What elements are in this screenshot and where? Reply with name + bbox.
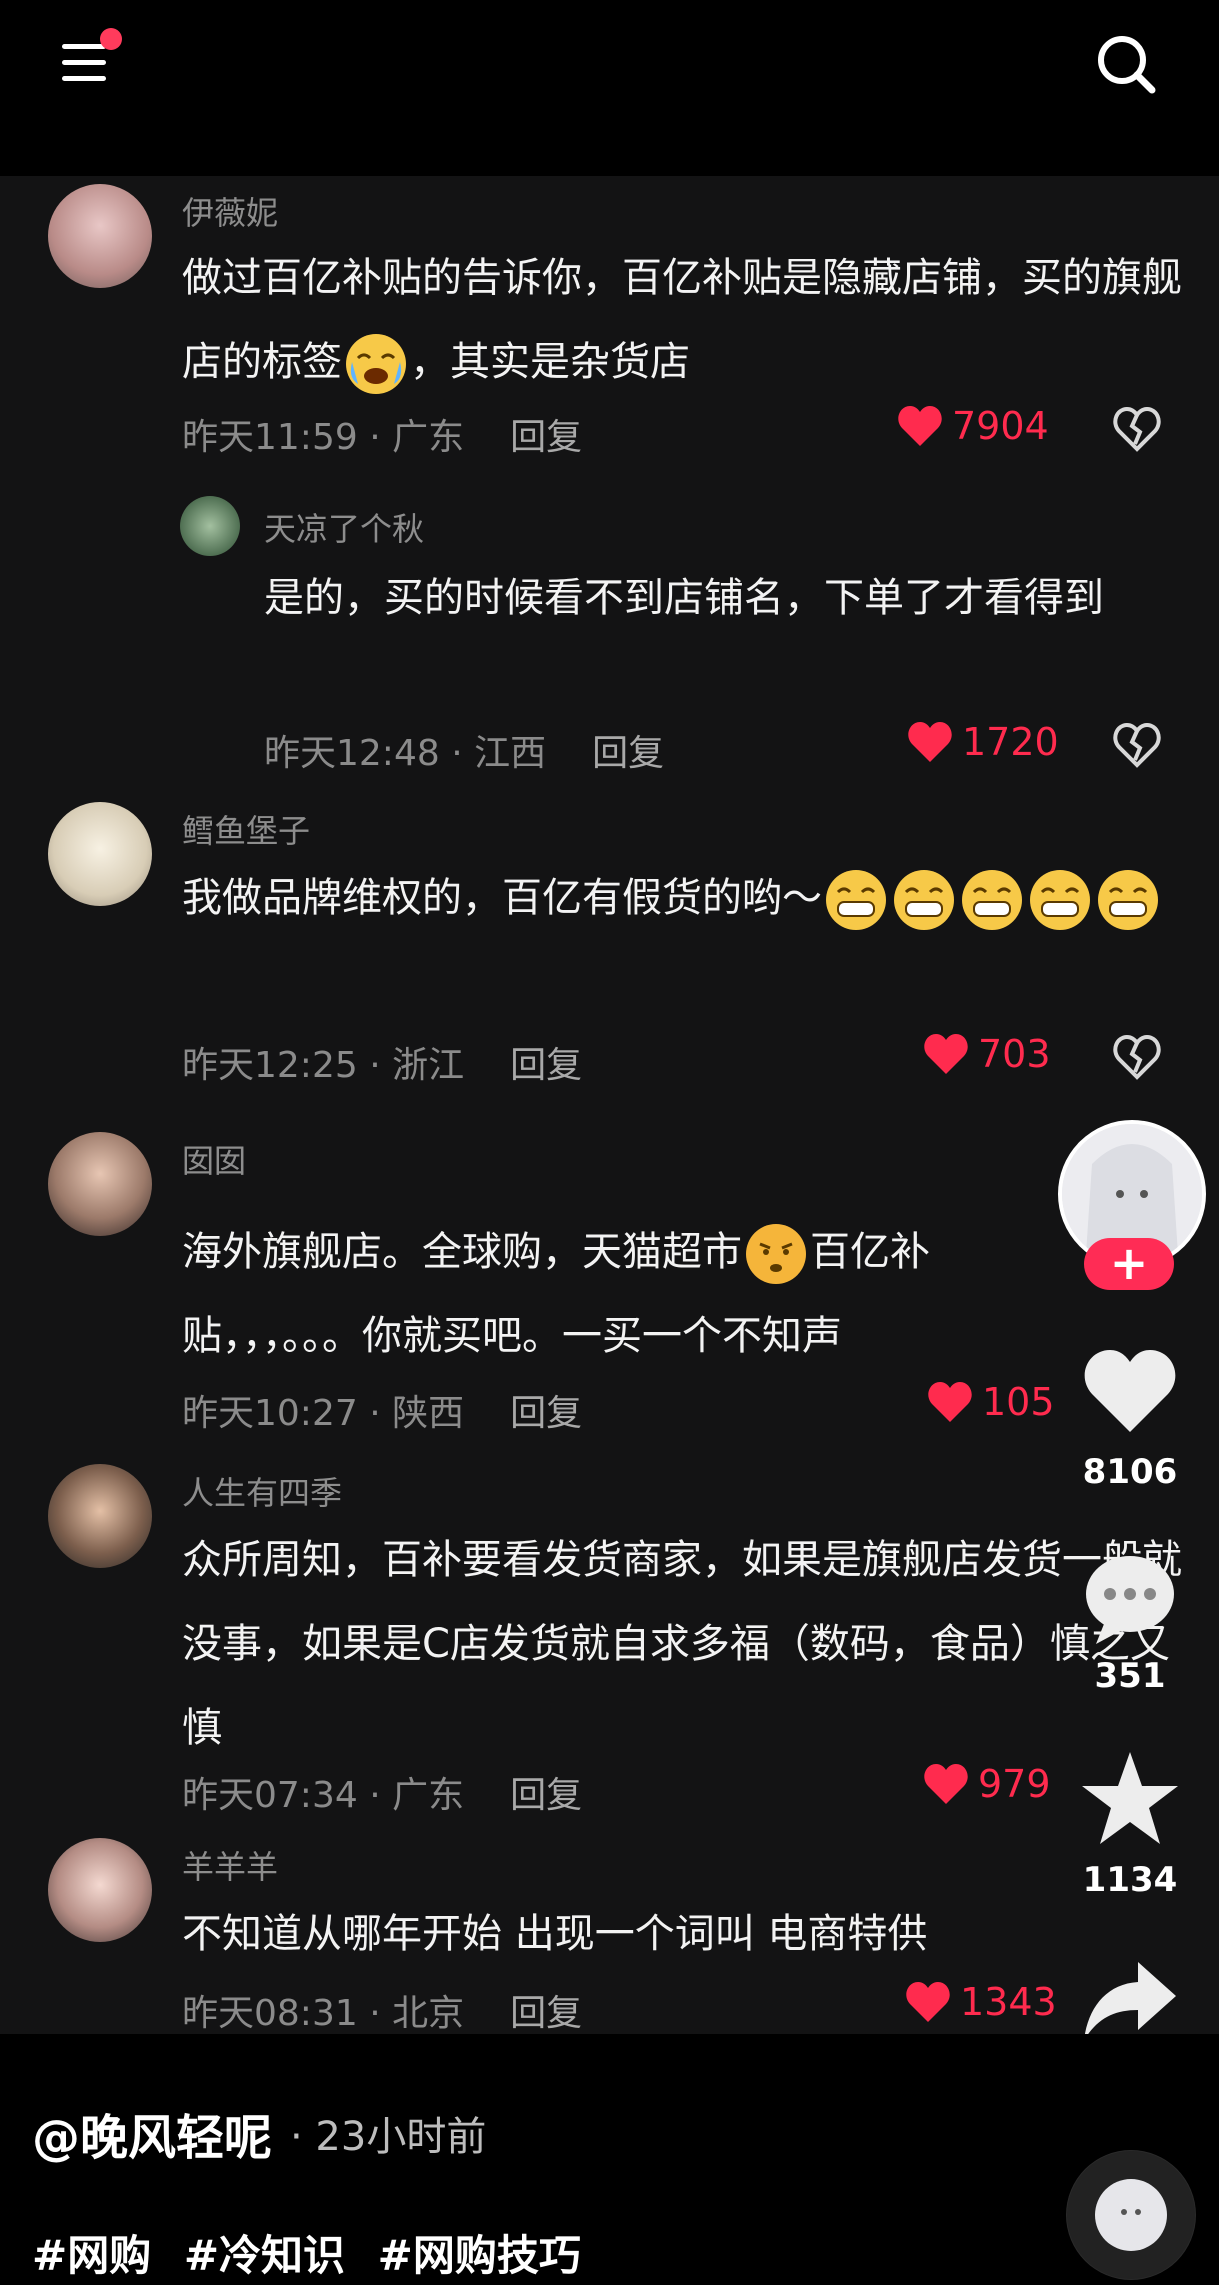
grinning-emoji-icon <box>962 870 1022 930</box>
like-button[interactable]: 7904 <box>896 404 1049 448</box>
author-name[interactable]: @晚风轻呢 <box>32 2098 272 2168</box>
like-count: 105 <box>982 1380 1055 1424</box>
comment-text: 海外旗舰店。全球购，天猫超市 百亿补贴，，，。。。你就买吧。一买一个不知声 <box>182 1210 1062 1378</box>
follow-button[interactable]: + <box>1084 1238 1174 1290</box>
like-count: 1343 <box>960 1980 1057 2024</box>
like-button[interactable]: 1343 <box>904 1980 1057 2024</box>
hashtag[interactable]: #网购技巧 <box>378 2231 581 2280</box>
comment-meta: 昨天10:27 · 陕西 回复 <box>182 1393 583 1434</box>
like-button[interactable]: 703 <box>922 1032 1051 1076</box>
reply-button[interactable]: 回复 <box>510 1393 582 1434</box>
top-bar <box>0 0 1219 176</box>
comment-meta: 昨天11:59 · 广东 回复 <box>182 417 583 458</box>
heart-icon <box>924 1034 968 1074</box>
notification-dot <box>100 28 122 50</box>
comment-username[interactable]: 羊羊羊 <box>182 1842 278 1888</box>
grinning-emoji-icon <box>1098 870 1158 930</box>
comment-meta: 昨天12:48 · 江西 回复 <box>264 733 665 774</box>
like-button[interactable]: 979 <box>922 1762 1051 1806</box>
avatar[interactable] <box>180 496 240 556</box>
grinning-emoji-icon <box>894 870 954 930</box>
avatar[interactable] <box>48 1464 152 1568</box>
grinning-emoji-icon <box>1030 870 1090 930</box>
grinning-emoji-icon <box>826 870 886 930</box>
avatar[interactable] <box>48 802 152 906</box>
comment-username[interactable]: 鳕鱼堡子 <box>182 806 310 852</box>
comment-text: 是的，买的时候看不到店铺名，下单了才看得到 <box>264 575 1104 621</box>
avatar[interactable] <box>48 184 152 288</box>
comment-text: 做过百亿补贴的告诉你，百亿补贴是隐藏店铺，买的旗舰店的标签 ，其实是杂货店 <box>182 236 1202 404</box>
avatar[interactable] <box>48 1838 152 1942</box>
star-icon[interactable] <box>1080 1748 1180 1848</box>
reply-button[interactable]: 回复 <box>510 417 582 458</box>
favorite-count: 1134 <box>1082 1860 1178 1900</box>
hashtag[interactable]: #冷知识 <box>184 2231 345 2280</box>
crying-emoji-icon <box>346 334 406 394</box>
broken-heart-icon[interactable] <box>1112 722 1162 768</box>
hashtags: #网购 #冷知识 #网购技巧 <box>32 2222 599 2283</box>
like-count: 8106 <box>1082 1452 1178 1492</box>
reply-button[interactable]: 回复 <box>592 733 664 774</box>
menu-icon[interactable] <box>58 28 122 92</box>
comment-username[interactable]: 囡囡 <box>182 1136 246 1182</box>
music-disc[interactable] <box>1066 2150 1196 2280</box>
broken-heart-icon[interactable] <box>1112 1034 1162 1080</box>
comment-icon[interactable] <box>1080 1548 1180 1648</box>
heart-icon <box>898 406 942 446</box>
like-button[interactable]: 1720 <box>906 720 1059 764</box>
hashtag[interactable]: #网购 <box>32 2231 151 2280</box>
comment-meta: 昨天12:25 · 浙江 回复 <box>182 1045 583 1086</box>
comment-meta: 昨天08:31 · 北京 回复 <box>182 1993 583 2034</box>
like-count: 7904 <box>952 404 1049 448</box>
comment-meta: 昨天07:34 · 广东 回复 <box>182 1775 583 1816</box>
reply-button[interactable]: 回复 <box>510 1993 582 2034</box>
heart-icon <box>908 722 952 762</box>
like-button[interactable]: 105 <box>926 1380 1055 1424</box>
avatar[interactable] <box>48 1132 152 1236</box>
comment-text: 不知道从哪年开始 出现一个词叫 电商特供 <box>182 1911 928 1957</box>
comment-text: 众所周知，百补要看发货商家，如果是旗舰店发货一般就没事，如果是C店发货就自求多福… <box>182 1537 1182 1751</box>
reply-button[interactable]: 回复 <box>510 1775 582 1816</box>
search-icon[interactable] <box>1092 30 1162 100</box>
comment-count: 351 <box>1094 1656 1166 1696</box>
like-count: 703 <box>978 1032 1051 1076</box>
like-count: 1720 <box>962 720 1059 764</box>
reply-button[interactable]: 回复 <box>510 1045 582 1086</box>
heart-icon <box>906 1982 950 2022</box>
post-time: · 23小时前 <box>290 2114 487 2160</box>
comment-text: 我做品牌维权的，百亿有假货的哟～ <box>182 856 1202 940</box>
broken-heart-icon[interactable] <box>1112 406 1162 452</box>
heart-icon <box>928 1382 972 1422</box>
comment-username[interactable]: 天凉了个秋 <box>264 504 424 550</box>
thinking-emoji-icon <box>746 1224 806 1284</box>
comment-username[interactable]: 伊薇妮 <box>182 188 278 234</box>
heart-icon[interactable] <box>1080 1340 1180 1440</box>
comment-username[interactable]: 人生有四季 <box>182 1468 342 1514</box>
like-count: 979 <box>978 1762 1051 1806</box>
heart-icon <box>924 1764 968 1804</box>
